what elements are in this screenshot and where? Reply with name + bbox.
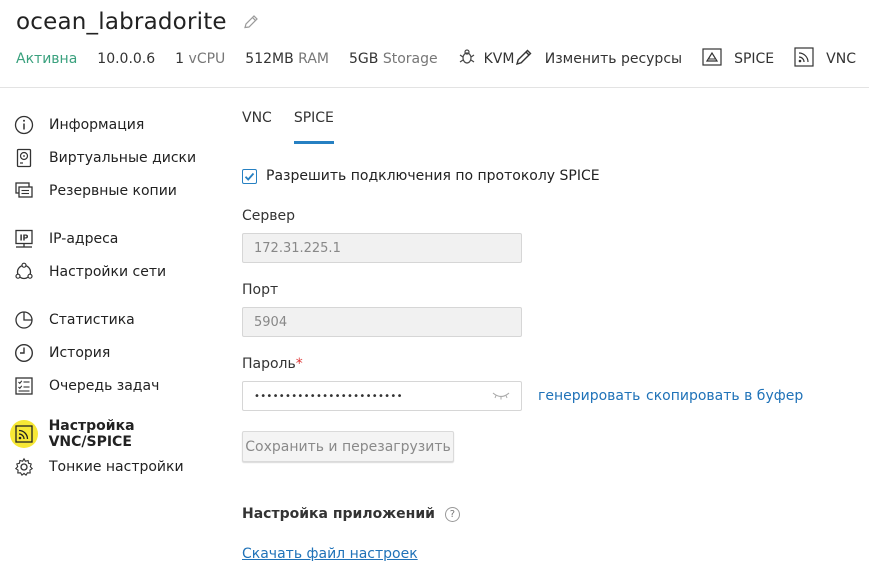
- ram-unit: RAM: [298, 51, 329, 67]
- eye-closed-icon[interactable]: [492, 389, 510, 404]
- spice-icon: [702, 48, 734, 70]
- task-list-icon: [10, 372, 38, 400]
- cpu-count: 1: [175, 51, 185, 67]
- cpu-unit: vCPU: [188, 51, 226, 67]
- apps-section: Настройка приложений ?: [242, 506, 460, 522]
- info-icon: [10, 111, 38, 139]
- chart-icon: [10, 306, 38, 334]
- sidebar-item-label: Резервные копии: [49, 182, 177, 199]
- tab-vnc[interactable]: VNC: [242, 106, 272, 144]
- server-actions: Изменить ресурсы SPICE VNC: [495, 47, 856, 71]
- clock-icon: [10, 339, 38, 367]
- resize-button[interactable]: Изменить ресурсы: [515, 48, 682, 70]
- sidebar-item-advanced[interactable]: Тонкие настройки: [10, 450, 220, 483]
- sidebar-item-label: Настройки сети: [49, 263, 167, 280]
- password-field[interactable]: ••••••••••••••••••••••••: [242, 381, 522, 411]
- storage-unit: Storage: [382, 51, 438, 67]
- console-tabs: VNC SPICE: [242, 106, 356, 144]
- sidebar-item-label: Статистика: [49, 311, 135, 328]
- header: ocean_labradorite: [16, 6, 259, 38]
- pencil-edit-icon[interactable]: [243, 14, 259, 30]
- server-field[interactable]: 172.31.225.1: [242, 233, 522, 263]
- port-label: Порт: [242, 282, 279, 298]
- allow-spice-checkbox[interactable]: [242, 168, 257, 184]
- kvm-icon: [458, 48, 484, 70]
- sidebar-item-info[interactable]: Информация: [10, 108, 220, 141]
- save-and-restart-button[interactable]: Сохранить и перезагрузить: [242, 431, 454, 462]
- sidebar-item-label: История: [49, 344, 111, 361]
- port-value: 5904: [254, 314, 288, 330]
- sidebar-item-label: Настройка VNC/SPICE: [48, 417, 135, 450]
- sidebar-item-label: IP-адреса: [49, 230, 119, 247]
- password-label-text: Пароль: [242, 356, 296, 372]
- sidebar-item-stats[interactable]: Статистика: [10, 303, 220, 336]
- storage-amount: 5GB: [348, 51, 379, 67]
- checkmark-icon: [244, 172, 255, 181]
- sidebar-item-label: Виртуальные диски: [49, 149, 197, 166]
- sidebar-item-label: Информация: [49, 116, 145, 133]
- generate-password-link[interactable]: генерировать: [538, 388, 640, 404]
- spice-label: SPICE: [734, 51, 775, 67]
- apps-title: Настройка приложений: [242, 506, 435, 522]
- backup-icon: [10, 177, 38, 205]
- vnc-button[interactable]: VNC: [794, 47, 856, 71]
- server-name: ocean_labradorite: [16, 9, 227, 35]
- storage-info: 5GB Storage: [349, 51, 438, 67]
- sidebar-item-network[interactable]: Настройки сети: [10, 255, 220, 288]
- cpu-info: 1 vCPU: [175, 51, 225, 67]
- spice-button[interactable]: SPICE: [702, 48, 774, 70]
- status-badge: Активна: [16, 51, 78, 67]
- ip-address: 10.0.0.6: [97, 51, 156, 67]
- sidebar: Информация Виртуальные диски Резервные к…: [10, 108, 220, 483]
- download-settings-link[interactable]: Скачать файл настроек: [242, 546, 418, 562]
- sidebar-item-ip[interactable]: IP IP-адреса: [10, 222, 220, 255]
- sidebar-item-disks[interactable]: Виртуальные диски: [10, 141, 220, 174]
- server-value: 172.31.225.1: [254, 240, 341, 256]
- tab-spice[interactable]: SPICE: [293, 106, 335, 144]
- resize-label: Изменить ресурсы: [544, 51, 683, 67]
- vnc-label: VNC: [826, 51, 856, 67]
- sidebar-item-label: Очередь задач: [49, 377, 160, 394]
- sidebar-item-tasks[interactable]: Очередь задач: [10, 369, 220, 402]
- disk-icon: [10, 144, 38, 172]
- port-field[interactable]: 5904: [242, 307, 522, 337]
- pencil-icon: [515, 48, 545, 70]
- vnc-icon: [794, 47, 826, 71]
- ram-info: 512MB RAM: [245, 51, 329, 67]
- sidebar-item-backups[interactable]: Резервные копии: [10, 174, 220, 207]
- sidebar-item-label: Тонкие настройки: [49, 458, 184, 475]
- copy-password-link[interactable]: скопировать в буфер: [646, 388, 803, 404]
- sidebar-item-vnc-spice[interactable]: Настройка VNC/SPICE: [10, 417, 220, 450]
- ip-icon: IP: [10, 225, 38, 253]
- ram-amount: 512MB: [245, 51, 294, 67]
- help-icon[interactable]: ?: [444, 506, 460, 522]
- allow-spice-label: Разрешить подключения по протоколу SPICE: [266, 168, 600, 184]
- network-icon: [10, 258, 38, 286]
- password-label: Пароль*: [242, 356, 303, 372]
- sidebar-item-history[interactable]: История: [10, 336, 220, 369]
- gear-icon: [10, 453, 38, 481]
- server-meta: Активна 10.0.0.6 1 vCPU 512MB RAM 5GB St…: [16, 47, 856, 71]
- svg-text:IP: IP: [20, 233, 29, 242]
- server-label: Сервер: [242, 208, 296, 224]
- password-value: ••••••••••••••••••••••••: [254, 390, 403, 402]
- header-divider: [0, 87, 869, 88]
- allow-spice-row: Разрешить подключения по протоколу SPICE: [242, 168, 600, 184]
- rss-icon: [10, 419, 38, 448]
- required-mark: *: [295, 356, 303, 372]
